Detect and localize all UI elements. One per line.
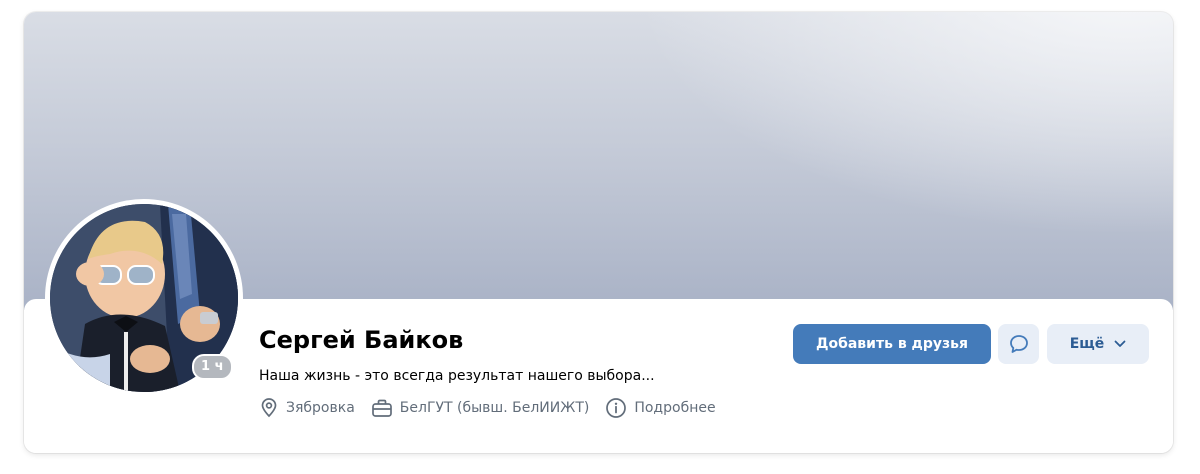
location-text: Зябровка: [286, 400, 355, 416]
meta-education[interactable]: БелГУТ (бывш. БелИИЖТ): [371, 398, 590, 418]
meta-details[interactable]: Подробнее: [605, 397, 716, 419]
chevron-down-icon: [1114, 340, 1126, 347]
message-bubble-icon: [1009, 335, 1028, 353]
more-button-label: Ещё: [1069, 336, 1105, 352]
more-button[interactable]: Ещё: [1047, 324, 1149, 364]
education-text: БелГУТ (бывш. БелИИЖТ): [399, 400, 590, 416]
profile-card: 1 ч Сергей Байков Наша жизнь - это всегд…: [24, 12, 1173, 453]
online-time-badge: 1 ч: [192, 354, 233, 380]
profile-status[interactable]: Наша жизнь - это всегда результат нашего…: [259, 368, 655, 384]
message-button[interactable]: [998, 324, 1039, 364]
add-friend-button[interactable]: Добавить в друзья: [793, 324, 991, 364]
info-circle-icon: [606, 398, 627, 418]
details-link[interactable]: Подробнее: [634, 400, 715, 416]
meta-location[interactable]: Зябровка: [259, 398, 355, 418]
briefcase-icon: [371, 399, 392, 417]
location-pin-icon: [261, 398, 277, 418]
profile-name: Сергей Байков: [259, 326, 464, 354]
profile-meta: Зябровка БелГУТ (бывш. БелИИЖТ) Подробне…: [259, 397, 732, 419]
